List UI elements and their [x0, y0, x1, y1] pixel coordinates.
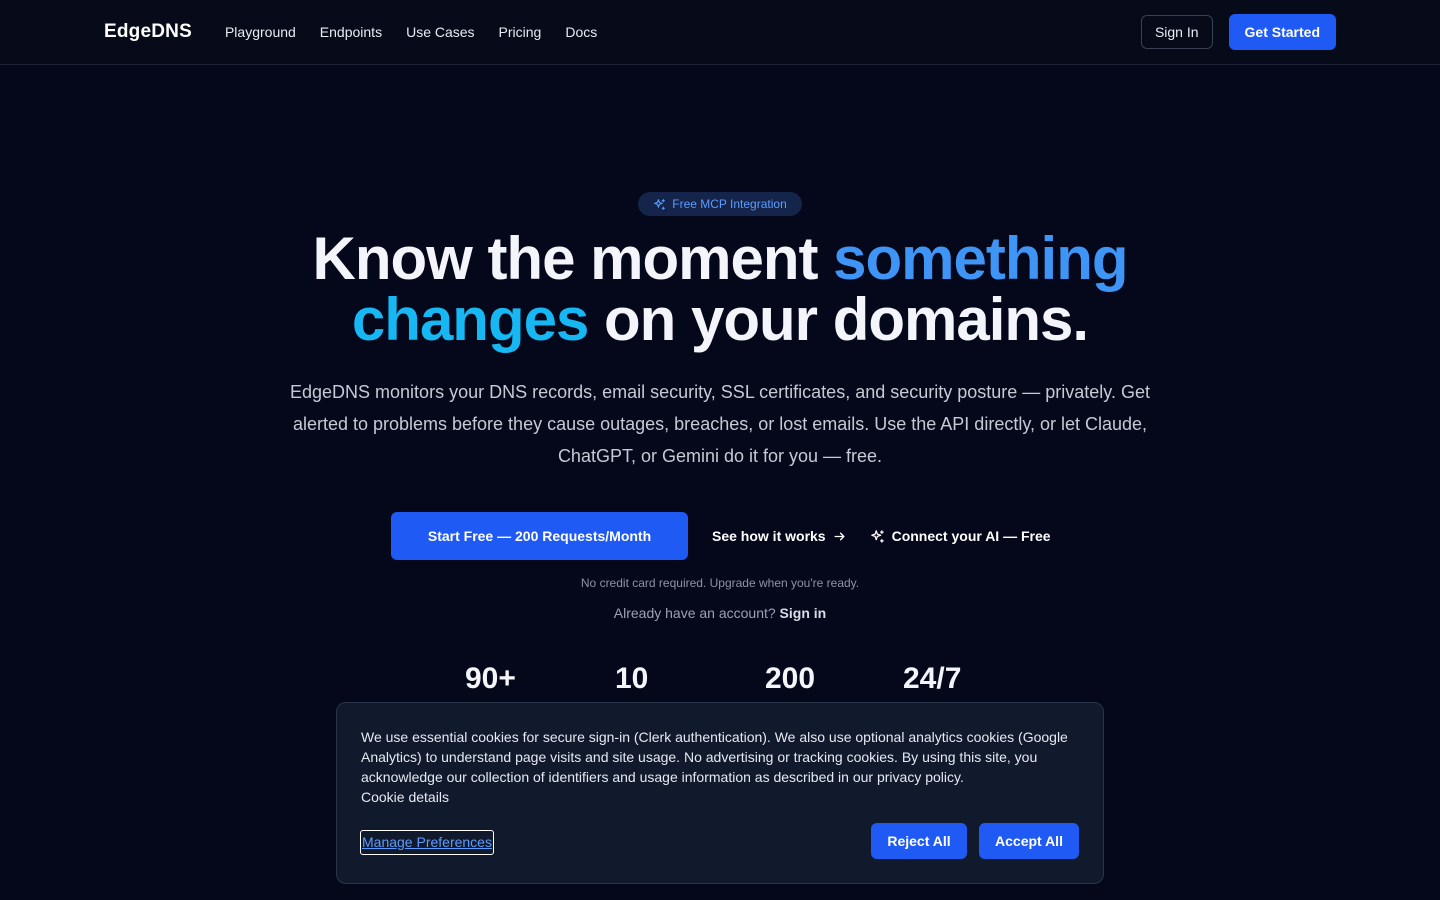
page: EdgeDNS Playground Endpoints Use Cases P…	[0, 0, 1440, 900]
title-highlight-1: something	[833, 225, 1128, 292]
connect-ai-label: Connect your AI — Free	[891, 528, 1051, 544]
hero-subtitle: EdgeDNS monitors your DNS records, email…	[290, 382, 1150, 466]
nav-link-use-cases[interactable]: Use Cases	[406, 24, 474, 40]
manage-preferences-button[interactable]: Manage Preferences	[360, 830, 494, 855]
top-nav: EdgeDNS Playground Endpoints Use Cases P…	[0, 0, 1440, 65]
start-free-button[interactable]: Start Free — 200 Requests/Month	[391, 512, 688, 560]
sign-in-button[interactable]: Sign In	[1140, 15, 1213, 49]
accept-all-button[interactable]: Accept All	[979, 823, 1079, 859]
nav-links: Playground Endpoints Use Cases Pricing D…	[225, 24, 621, 40]
sparkle-icon	[870, 529, 884, 543]
cookie-banner: We use essential cookies for secure sign…	[336, 702, 1104, 884]
logo[interactable]: EdgeDNS	[104, 21, 192, 43]
hero-title: Know the moment something changes on you…	[0, 228, 1440, 350]
cta-row: Start Free — 200 Requests/Month See how …	[391, 512, 1051, 560]
nav-inner: EdgeDNS Playground Endpoints Use Cases P…	[104, 0, 1336, 64]
mcp-badge: Free MCP Integration	[638, 192, 802, 216]
cookie-message: We use essential cookies for secure sign…	[361, 729, 1068, 785]
account-sign-in-link[interactable]: Sign in	[780, 605, 827, 621]
title-part-1: Know the moment	[312, 225, 834, 292]
cookie-text-block: We use essential cookies for secure sign…	[361, 727, 1077, 807]
account-line: Already have an account? Sign in	[0, 605, 1440, 621]
reject-all-button[interactable]: Reject All	[871, 823, 967, 859]
stat-value: 10	[615, 662, 649, 695]
nav-actions: Sign In Get Started	[1140, 14, 1336, 50]
nav-link-docs[interactable]: Docs	[565, 24, 597, 40]
nav-link-pricing[interactable]: Pricing	[499, 24, 542, 40]
no-credit-card-note: No credit card required. Upgrade when yo…	[580, 576, 860, 590]
nav-link-endpoints[interactable]: Endpoints	[320, 24, 382, 40]
arrow-right-icon	[834, 532, 845, 540]
stat-value: 24/7	[903, 662, 962, 695]
connect-ai-link[interactable]: Connect your AI — Free	[870, 528, 1051, 544]
see-how-label: See how it works	[712, 528, 826, 544]
account-prefix: Already have an account?	[613, 605, 776, 621]
see-how-it-works-link[interactable]: See how it works	[712, 528, 846, 544]
badge-label: Free MCP Integration	[672, 197, 787, 211]
get-started-button[interactable]: Get Started	[1228, 14, 1336, 50]
sparkle-icon	[654, 198, 666, 210]
stat-value: 200	[765, 662, 816, 695]
stat-value: 90+	[465, 662, 516, 695]
cookie-details-link[interactable]: Cookie details	[361, 787, 1077, 807]
title-part-2: on your domains.	[588, 286, 1089, 353]
title-highlight-2: changes	[351, 286, 589, 353]
nav-link-playground[interactable]: Playground	[225, 24, 296, 40]
stats-row: 90+ 10 200 24/7	[0, 662, 1440, 702]
